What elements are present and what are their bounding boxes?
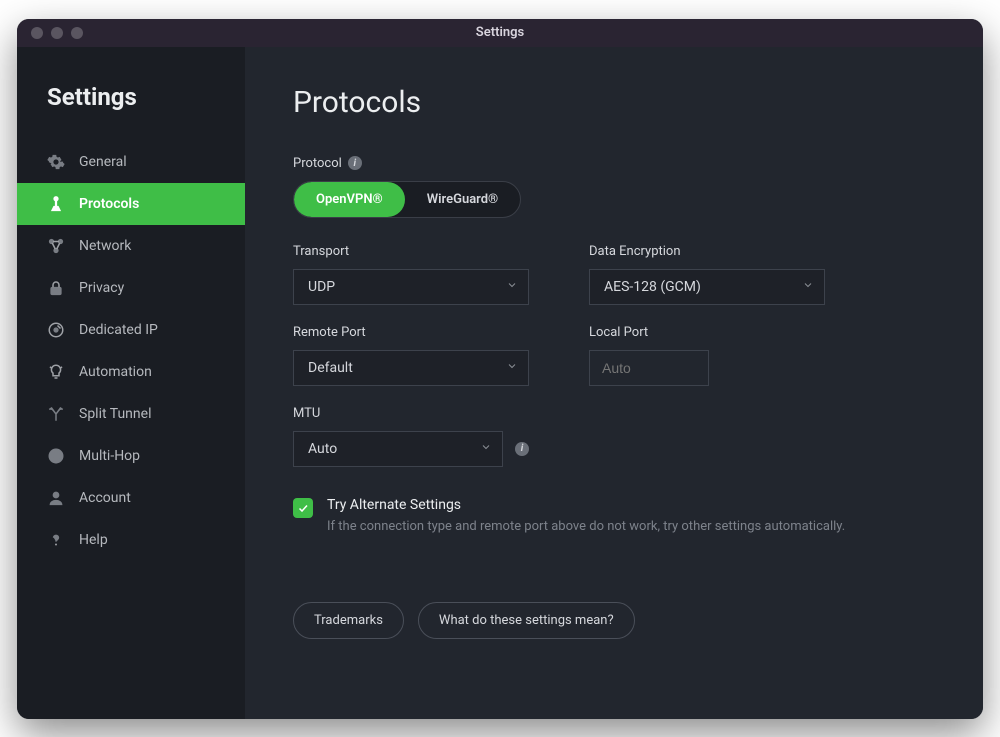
- local-port-input[interactable]: [589, 350, 709, 386]
- lightbulb-icon: [47, 363, 65, 381]
- sidebar-item-label: Automation: [79, 364, 152, 380]
- transport-value: UDP: [308, 279, 335, 295]
- sidebar-item-account[interactable]: Account: [17, 477, 245, 519]
- protocol-label: Protocol: [293, 156, 342, 171]
- transport-select[interactable]: UDP: [293, 269, 529, 305]
- remote-port-select[interactable]: Default: [293, 350, 529, 386]
- remote-port-value: Default: [308, 360, 353, 376]
- sidebar-heading: Settings: [17, 83, 245, 141]
- main-panel: Protocols Protocol i OpenVPN®WireGuard® …: [245, 47, 983, 719]
- sidebar-item-label: General: [79, 154, 127, 170]
- protocol-segmented: OpenVPN®WireGuard®: [293, 181, 521, 218]
- mtu-value: Auto: [308, 441, 337, 457]
- protocol-label-row: Protocol i: [293, 156, 935, 171]
- mtu-field: MTU Auto i: [293, 406, 529, 467]
- try-alternate-text: Try Alternate Settings If the connection…: [327, 497, 845, 534]
- sidebar-item-split-tunnel[interactable]: Split Tunnel: [17, 393, 245, 435]
- sidebar-item-dedicated-ip[interactable]: Dedicated IP: [17, 309, 245, 351]
- sidebar-item-protocols[interactable]: Protocols: [17, 183, 245, 225]
- protocols-icon: [47, 195, 65, 213]
- data-encryption-label: Data Encryption: [589, 244, 825, 259]
- globe-icon: [47, 447, 65, 465]
- dedicated-ip-icon: [47, 321, 65, 339]
- info-icon[interactable]: i: [515, 442, 529, 456]
- try-alternate-row: Try Alternate Settings If the connection…: [293, 497, 935, 534]
- split-tunnel-icon: [47, 405, 65, 423]
- transport-label: Transport: [293, 244, 529, 259]
- titlebar[interactable]: Settings: [17, 19, 983, 47]
- what-do-settings-mean-button[interactable]: What do these settings mean?: [418, 602, 635, 639]
- data-encryption-select[interactable]: AES-128 (GCM): [589, 269, 825, 305]
- data-encryption-field: Data Encryption AES-128 (GCM): [589, 244, 825, 305]
- sidebar-item-privacy[interactable]: Privacy: [17, 267, 245, 309]
- sidebar-item-help[interactable]: Help: [17, 519, 245, 561]
- sidebar-item-label: Split Tunnel: [79, 406, 151, 422]
- local-port-label: Local Port: [589, 325, 825, 340]
- protocol-option-openvpn[interactable]: OpenVPN®: [294, 182, 405, 217]
- sidebar-item-label: Help: [79, 532, 108, 548]
- try-alternate-checkbox[interactable]: [293, 498, 313, 518]
- chevron-down-icon: [506, 279, 518, 295]
- sidebar-item-network[interactable]: Network: [17, 225, 245, 267]
- local-port-field: Local Port: [589, 325, 825, 386]
- chevron-down-icon: [480, 441, 492, 457]
- remote-port-label: Remote Port: [293, 325, 529, 340]
- data-encryption-value: AES-128 (GCM): [604, 279, 701, 295]
- window-title: Settings: [17, 25, 983, 40]
- try-alternate-title: Try Alternate Settings: [327, 497, 845, 513]
- gear-icon: [47, 153, 65, 171]
- sidebar-item-label: Account: [79, 490, 131, 506]
- trademarks-button[interactable]: Trademarks: [293, 602, 404, 639]
- chevron-down-icon: [802, 279, 814, 295]
- lock-icon: [47, 279, 65, 297]
- window-body: Settings General Protocols Network Privacy D…: [17, 47, 983, 719]
- settings-window: Settings Settings General Protocols Networ…: [17, 19, 983, 719]
- protocol-option-wireguard[interactable]: WireGuard®: [405, 182, 521, 217]
- mtu-label: MTU: [293, 406, 529, 421]
- page-title: Protocols: [293, 85, 935, 120]
- sidebar-item-multi-hop[interactable]: Multi-Hop: [17, 435, 245, 477]
- info-icon[interactable]: i: [348, 156, 362, 170]
- sidebar-item-label: Protocols: [79, 196, 139, 212]
- remote-port-field: Remote Port Default: [293, 325, 529, 386]
- help-icon: [47, 531, 65, 549]
- network-icon: [47, 237, 65, 255]
- try-alternate-desc: If the connection type and remote port a…: [327, 519, 845, 534]
- sidebar: Settings General Protocols Network Privacy D…: [17, 47, 245, 719]
- sidebar-item-label: Privacy: [79, 280, 124, 296]
- sidebar-item-label: Network: [79, 238, 131, 254]
- footer-links: Trademarks What do these settings mean?: [293, 602, 935, 639]
- mtu-select[interactable]: Auto: [293, 431, 503, 467]
- account-icon: [47, 489, 65, 507]
- sidebar-item-label: Multi-Hop: [79, 448, 140, 464]
- sidebar-item-general[interactable]: General: [17, 141, 245, 183]
- sidebar-nav: General Protocols Network Privacy Dedicated …: [17, 141, 245, 561]
- sidebar-item-label: Dedicated IP: [79, 322, 158, 338]
- sidebar-item-automation[interactable]: Automation: [17, 351, 245, 393]
- chevron-down-icon: [506, 360, 518, 376]
- form-grid: Transport UDP Data Encryption AES-128 (G…: [293, 244, 935, 467]
- transport-field: Transport UDP: [293, 244, 529, 305]
